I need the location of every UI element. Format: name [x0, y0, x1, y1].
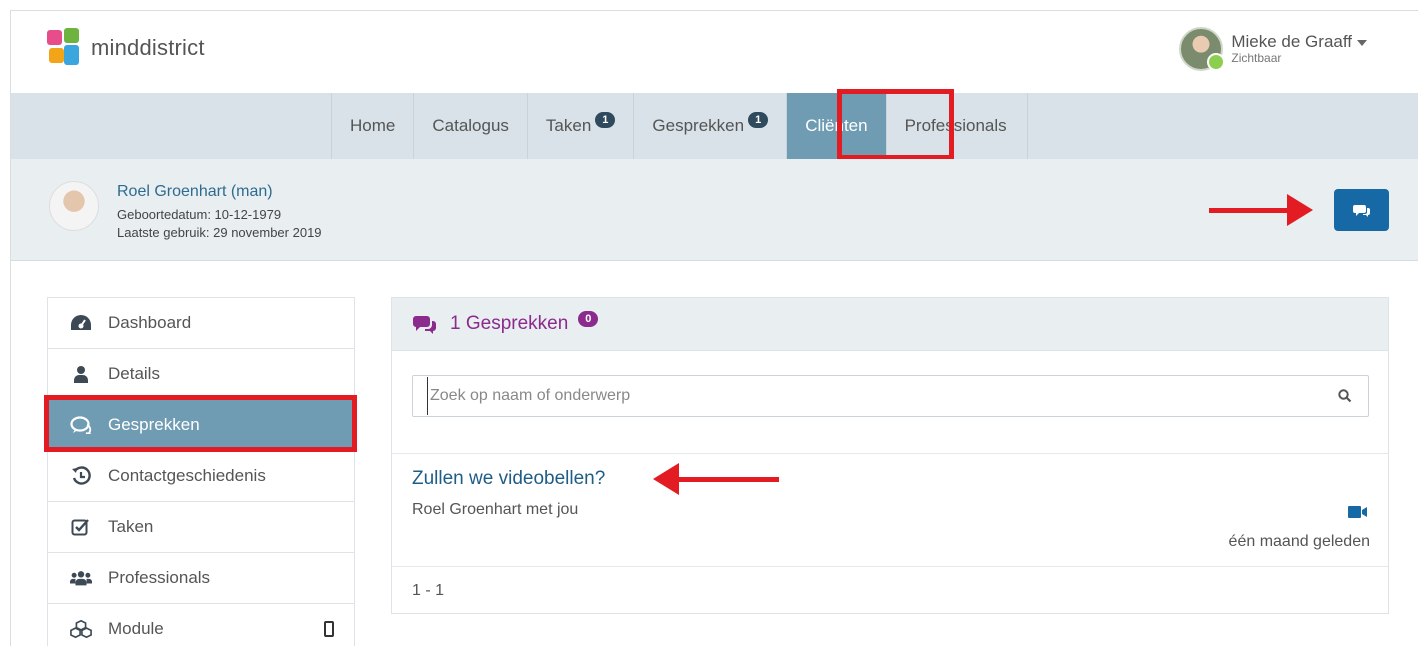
main-nav: Home Catalogus Taken 1 Gesprekken 1 Cliënt… [11, 93, 1418, 159]
sidebar-item-taken[interactable]: Taken [48, 502, 354, 553]
panel-count-badge: 0 [578, 311, 599, 327]
online-status-icon [1207, 53, 1226, 71]
group-icon [70, 568, 92, 588]
conversations-panel: 1 Gesprekken 0 Zullen we videobellen? Ro… [391, 297, 1389, 614]
user-name: Mieke de Graaff [1231, 32, 1352, 52]
chat-bubbles-icon [1352, 205, 1370, 217]
sidebar-item-label: Contactgeschiedenis [108, 466, 266, 485]
divider [392, 566, 1388, 567]
conversation-subject-link[interactable]: Zullen we videobellen? [412, 468, 605, 490]
nav-catalogus[interactable]: Catalogus [413, 93, 527, 159]
highlight-box-clienten [837, 89, 954, 160]
user-menu[interactable]: Mieke de Graaff Zichtbaar [1179, 27, 1367, 71]
sidebar-item-details[interactable]: Details [48, 349, 354, 400]
search-button[interactable] [1322, 376, 1368, 416]
client-last-use: Laatste gebruik: 29 november 2019 [117, 225, 322, 240]
conversation-time: één maand geleden [1228, 533, 1370, 550]
nav-taken-label: Taken [545, 116, 592, 135]
annotation-arrow-left [653, 463, 779, 495]
checkbox-icon [70, 517, 92, 537]
user-status-text: Zichtbaar [1231, 50, 1282, 65]
app-window: minddistrict Mieke de Graaff Zichtbaar H… [10, 10, 1418, 646]
search-icon [1338, 389, 1352, 403]
logo-text: minddistrict [91, 35, 205, 60]
client-avatar [49, 181, 99, 231]
sidebar-item-contactgeschiedenis[interactable]: Contactgeschiedenis [48, 451, 354, 502]
user-avatar [1179, 27, 1226, 71]
client-header: Roel Groenhart (man) Geboortedatum: 10-1… [11, 159, 1418, 261]
minddistrict-logo-icon [47, 28, 81, 68]
pagination-range: 1 - 1 [412, 582, 445, 599]
nav-home[interactable]: Home [331, 93, 413, 159]
sidebar-item-module[interactable]: Module [48, 604, 354, 646]
divider [392, 453, 1388, 454]
chat-bubbles-icon [413, 316, 436, 334]
annotation-arrow-right [1209, 194, 1313, 226]
nav-taken[interactable]: Taken 1 [526, 93, 634, 159]
nav-gesprekken-label: Gesprekken [652, 116, 745, 135]
panel-header: 1 Gesprekken 0 [392, 298, 1388, 351]
user-icon [70, 364, 92, 384]
conversation-participants: Roel Groenhart met jou [412, 501, 579, 518]
sidebar-item-label: Professionals [108, 568, 211, 587]
caret-down-icon [1357, 39, 1367, 46]
start-conversation-button[interactable] [1334, 189, 1389, 231]
highlight-box-gesprekken [44, 395, 357, 452]
sidebar-item-dashboard[interactable]: Dashboard [48, 298, 354, 349]
top-bar: minddistrict Mieke de Graaff Zichtbaar [11, 11, 1418, 93]
conversation-search [412, 375, 1369, 417]
sidebar-item-label: Details [108, 364, 160, 383]
nav-taken-badge: 1 [595, 112, 616, 128]
client-birthdate: Geboortedatum: 10-12-1979 [117, 207, 282, 222]
nav-gesprekken-badge: 1 [748, 112, 769, 128]
panel-title: 1 Gesprekken [450, 313, 569, 334]
mobile-icon [324, 621, 334, 637]
logo[interactable]: minddistrict [47, 28, 205, 68]
client-name[interactable]: Roel Groenhart (man) [117, 183, 273, 201]
sidebar-item-label: Taken [108, 517, 154, 536]
sidebar-item-professionals[interactable]: Professionals [48, 553, 354, 604]
search-input[interactable] [427, 377, 1322, 415]
nav-gesprekken[interactable]: Gesprekken 1 [633, 93, 786, 159]
nav-home-label: Home [350, 116, 396, 135]
cubes-icon [70, 619, 92, 639]
dashboard-icon [70, 313, 92, 333]
client-sidebar: Dashboard Details Gesprekken Contactgesc… [47, 297, 355, 646]
nav-catalogus-label: Catalogus [432, 116, 509, 135]
video-camera-icon [1348, 505, 1368, 524]
history-icon [70, 466, 92, 486]
sidebar-item-label: Dashboard [108, 313, 192, 332]
sidebar-item-label: Module [108, 619, 164, 638]
